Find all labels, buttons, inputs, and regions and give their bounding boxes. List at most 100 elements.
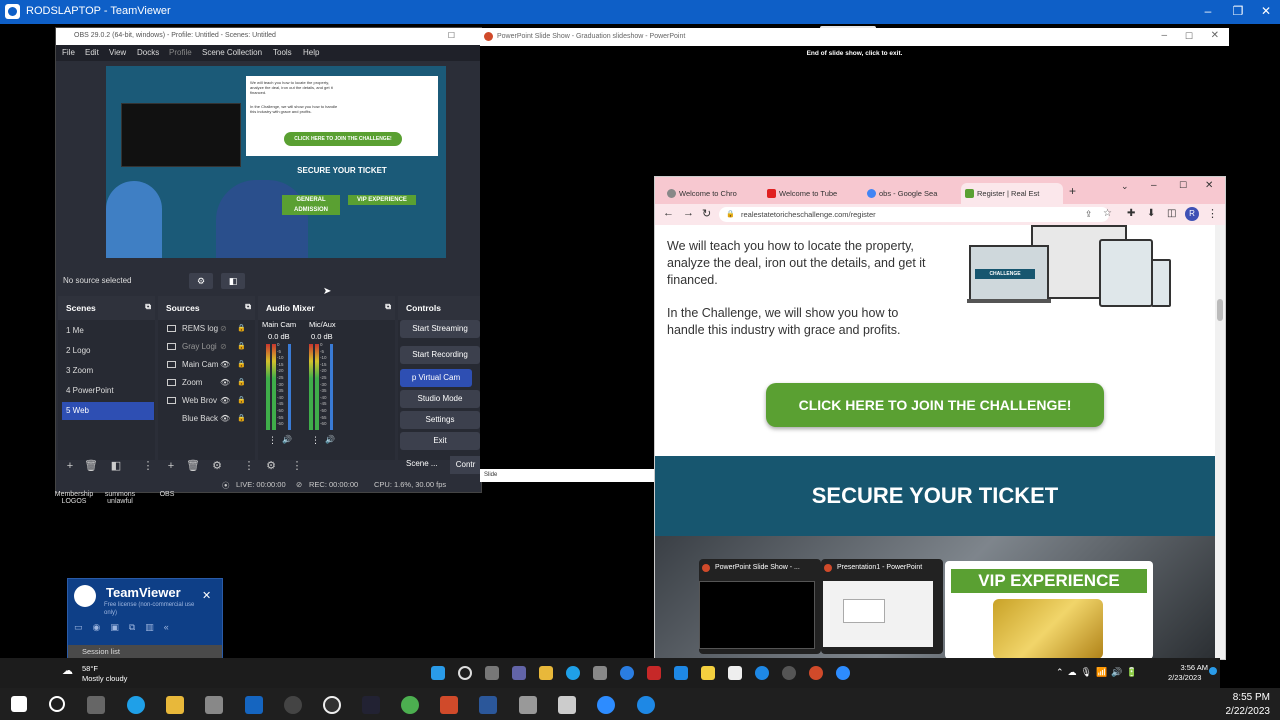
session-list-label[interactable]: Session list bbox=[82, 647, 120, 656]
share-icon[interactable]: ⇪ bbox=[1085, 209, 1093, 220]
system-tray-icons[interactable]: ⌃☁🎙📶🔊🔋 bbox=[1056, 667, 1142, 678]
extensions-icon[interactable]: ✚ bbox=[1127, 208, 1135, 219]
obs-preview[interactable]: We will teach you how to locate the prop… bbox=[106, 66, 446, 258]
file-explorer-icon[interactable] bbox=[539, 666, 553, 680]
bookmark-star-icon[interactable]: ☆ bbox=[1103, 208, 1112, 219]
undock-icon[interactable]: ⧉ bbox=[385, 302, 391, 312]
eye-icon[interactable]: 👁 bbox=[220, 410, 230, 428]
search-icon[interactable] bbox=[458, 666, 472, 680]
close-icon[interactable]: ✕ bbox=[1211, 30, 1219, 41]
trash-icon[interactable]: 🗑 bbox=[84, 459, 98, 473]
browser-tab[interactable]: obs - Google Sea bbox=[863, 183, 961, 204]
lock-icon[interactable]: 🔒 bbox=[237, 338, 246, 356]
source-item[interactable]: Gray Logi ⊘ 🔒 bbox=[164, 338, 248, 356]
sticky-notes-icon[interactable] bbox=[701, 666, 715, 680]
source-item[interactable]: Main Cam 👁 🔒 bbox=[164, 356, 248, 374]
source-item[interactable]: Blue Back 👁 🔒 bbox=[164, 410, 248, 428]
minimize-icon[interactable]: – bbox=[1198, 4, 1218, 18]
menu-tools[interactable]: Tools bbox=[273, 48, 292, 57]
weather-temp[interactable]: 58°F bbox=[82, 664, 98, 673]
windows-start-icon[interactable] bbox=[431, 666, 445, 680]
app-circle-icon[interactable] bbox=[323, 696, 341, 714]
scene-item[interactable]: 1 Me bbox=[62, 322, 154, 340]
eye-icon[interactable]: 👁 bbox=[220, 356, 230, 374]
chrome-icon[interactable] bbox=[401, 696, 419, 714]
scrollbar-thumb[interactable] bbox=[1217, 299, 1223, 321]
powerpoint-icon[interactable] bbox=[809, 666, 823, 680]
chevron-down-icon[interactable]: ⌄ bbox=[1121, 181, 1129, 192]
volume-slider[interactable] bbox=[330, 344, 333, 430]
desktop-icon-obs[interactable]: OBS bbox=[150, 491, 184, 498]
obs-icon[interactable] bbox=[284, 696, 302, 714]
source-item[interactable]: REMS log ⊘ 🔒 bbox=[164, 320, 248, 338]
restore-icon[interactable]: ❐ bbox=[1228, 4, 1248, 18]
lock-icon[interactable]: 🔒 bbox=[237, 374, 246, 392]
scene-item[interactable]: 4 PowerPoint bbox=[62, 382, 154, 400]
close-icon[interactable]: ✕ bbox=[202, 589, 211, 602]
page-scrollbar[interactable] bbox=[1215, 225, 1225, 659]
kebab-icon[interactable]: ⋮ bbox=[1207, 207, 1218, 220]
scene-item[interactable]: 2 Logo bbox=[62, 342, 154, 360]
source-item[interactable]: Web Brov 👁 🔒 bbox=[164, 392, 248, 410]
start-streaming-button[interactable]: Start Streaming bbox=[400, 320, 480, 338]
lock-icon[interactable]: 🔒 bbox=[237, 320, 246, 338]
paint-icon[interactable] bbox=[519, 696, 537, 714]
mcafee-icon[interactable] bbox=[647, 666, 661, 680]
lock-icon[interactable]: 🔒 bbox=[237, 410, 246, 428]
tv-tool-icons[interactable]: ▭◉▣⧉▥« bbox=[74, 622, 179, 633]
browser-tab[interactable]: Welcome to Chro bbox=[663, 183, 761, 204]
teamviewer-session-panel[interactable]: TeamViewer Free license (non-commercial … bbox=[67, 578, 223, 660]
download-icon[interactable]: ⬇ bbox=[1147, 208, 1155, 219]
edge-icon[interactable] bbox=[566, 666, 580, 680]
shield-icon[interactable] bbox=[674, 666, 688, 680]
desktop-icon-summons[interactable]: summons unlawful bbox=[100, 491, 140, 505]
add-icon[interactable]: + bbox=[164, 459, 178, 473]
scene-item[interactable]: 3 Zoom bbox=[62, 362, 154, 380]
studio-mode-button[interactable]: Studio Mode bbox=[400, 390, 480, 408]
store-icon[interactable] bbox=[593, 666, 607, 680]
reload-icon[interactable]: ↻ bbox=[702, 207, 711, 220]
speaker-icon[interactable]: 🔊 bbox=[282, 435, 292, 444]
volume-slider[interactable] bbox=[288, 344, 291, 430]
weather-desc[interactable]: Mostly cloudy bbox=[82, 674, 127, 683]
remote-clock-date[interactable]: 2/23/2023 bbox=[1168, 673, 1201, 682]
app-icon[interactable] bbox=[362, 696, 380, 714]
end-of-show-message[interactable]: End of slide show, click to exit. bbox=[480, 50, 1229, 57]
tab-scene-transitions[interactable]: Scene ... bbox=[406, 459, 438, 468]
back-icon[interactable]: ← bbox=[663, 207, 674, 219]
obs-icon[interactable] bbox=[782, 666, 796, 680]
kebab-icon[interactable]: ⋮ bbox=[290, 459, 304, 473]
new-tab-icon[interactable]: + bbox=[1069, 184, 1076, 198]
remote-clock-time[interactable]: 3:56 AM bbox=[1172, 663, 1208, 672]
kebab-icon[interactable]: ⋮ bbox=[268, 435, 277, 446]
zoom-icon[interactable] bbox=[597, 696, 615, 714]
taskbar-preview-slideshow[interactable]: PowerPoint Slide Show - ... bbox=[699, 559, 821, 654]
menu-view[interactable]: View bbox=[109, 48, 126, 57]
close-icon[interactable]: ✕ bbox=[1205, 180, 1213, 191]
scene-item-active[interactable]: 5 Web bbox=[62, 402, 154, 420]
menu-scene-collection[interactable]: Scene Collection bbox=[202, 48, 262, 57]
eye-off-icon[interactable]: ⊘ bbox=[220, 338, 227, 356]
local-clock[interactable]: 8:55 PM 2/22/2023 bbox=[1226, 691, 1271, 719]
maximize-icon[interactable]: ☐ bbox=[448, 31, 455, 40]
undock-icon[interactable]: ⧉ bbox=[145, 302, 151, 312]
speaker-icon[interactable]: 🔊 bbox=[325, 435, 335, 444]
minimize-icon[interactable]: – bbox=[1161, 30, 1167, 41]
task-view-icon[interactable] bbox=[87, 696, 105, 714]
search-icon[interactable] bbox=[49, 696, 65, 712]
side-panel-icon[interactable]: ◫ bbox=[1167, 208, 1176, 219]
eye-icon[interactable]: 👁 bbox=[220, 374, 230, 392]
start-recording-button[interactable]: Start Recording bbox=[400, 346, 480, 364]
tab-controls[interactable]: Contr bbox=[450, 456, 481, 474]
kebab-icon[interactable]: ⋮ bbox=[311, 435, 320, 446]
eye-icon[interactable]: 👁 bbox=[220, 392, 230, 410]
lock-icon[interactable]: 🔒 bbox=[237, 392, 246, 410]
browser-tab-active[interactable]: Register | Real Est bbox=[961, 183, 1063, 204]
taskbar-preview-presentation[interactable]: Presentation1 - PowerPoint bbox=[821, 559, 943, 654]
gear-icon[interactable]: ⚙ bbox=[189, 273, 213, 289]
teams-icon[interactable] bbox=[512, 666, 526, 680]
task-view-icon[interactable] bbox=[485, 666, 499, 680]
profile-avatar[interactable]: R bbox=[1185, 207, 1199, 221]
windows-start-icon[interactable] bbox=[11, 696, 27, 712]
desktop-icon-membership-logos[interactable]: Membership LOGOS bbox=[52, 491, 96, 505]
